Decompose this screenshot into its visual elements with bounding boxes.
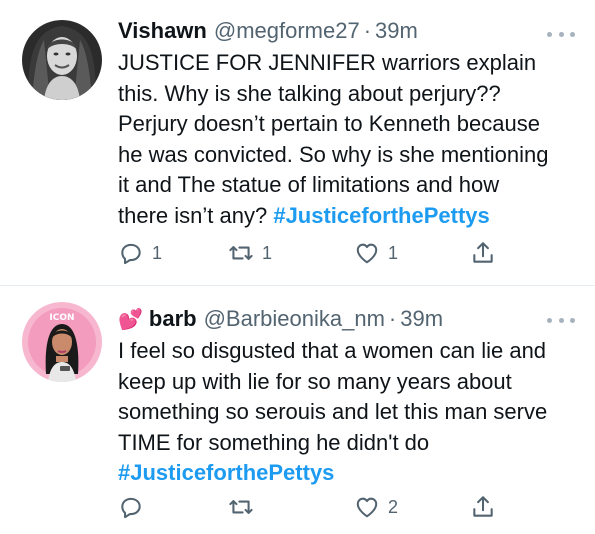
- tweet-card[interactable]: ICON 💕 barb @Barbieonika_nm · 39m I feel…: [0, 286, 595, 534]
- display-name[interactable]: Vishawn: [118, 16, 207, 46]
- reply-icon: [121, 243, 141, 265]
- more-icon[interactable]: [547, 24, 575, 44]
- user-handle[interactable]: @Barbieonika_nm: [204, 304, 385, 334]
- share-button[interactable]: [470, 238, 496, 268]
- user-handle[interactable]: @megforme27: [214, 16, 360, 46]
- reply-icon: [121, 497, 141, 519]
- tweet-text-line: it and The statue of limitations and how: [118, 172, 500, 197]
- like-icon: [356, 243, 378, 264]
- avatar-logo-text: ICON: [49, 313, 74, 323]
- timestamp[interactable]: 39m: [375, 16, 418, 46]
- tweet-text: JUSTICE FOR JENNIFER warriors explain th…: [118, 48, 578, 231]
- more-icon[interactable]: [547, 310, 575, 330]
- retweet-button[interactable]: [228, 492, 262, 522]
- timestamp[interactable]: 39m: [400, 304, 443, 334]
- like-button[interactable]: 2: [354, 492, 398, 522]
- reply-button[interactable]: [118, 492, 152, 522]
- tweet-text-line: I feel so disgusted that a women can lie…: [118, 338, 547, 363]
- hashtag-link[interactable]: #JusticeforthePettys: [118, 458, 578, 489]
- tweet-card[interactable]: Vishawn @megforme27 · 39m JUSTICE FOR JE…: [0, 0, 595, 286]
- like-icon: [356, 497, 378, 518]
- avatar[interactable]: ICON: [22, 302, 102, 382]
- separator-dot: ·: [388, 306, 397, 331]
- retweet-count: 1: [262, 242, 273, 263]
- share-button[interactable]: [470, 492, 496, 522]
- like-button[interactable]: 1: [354, 238, 398, 268]
- avatar[interactable]: [22, 20, 102, 100]
- tweet-feed: Vishawn @megforme27 · 39m JUSTICE FOR JE…: [0, 0, 595, 534]
- reply-button[interactable]: 1: [118, 238, 162, 268]
- tweet-text-line: this. Why is she talking about perjury??: [118, 80, 501, 106]
- tweet-text: I feel so disgusted that a women can lie…: [118, 336, 578, 489]
- profile-photo-braids: [22, 20, 102, 100]
- tweet-text-line: he was convicted. So why is she mentioni…: [118, 141, 549, 167]
- tweet-header: Vishawn @megforme27 · 39m: [118, 16, 418, 46]
- tweet-text-line: Perjury doesn’t pertain to Kenneth becau…: [118, 111, 540, 136]
- tweet-text-line: something so serouis and let this man se…: [118, 399, 548, 424]
- retweet-icon: [229, 500, 253, 514]
- separator-dot: ·: [363, 18, 372, 43]
- hashtag-link[interactable]: #JusticeforthePettys: [273, 203, 489, 228]
- action-bar: 1 1 1: [118, 238, 558, 268]
- tweet-header: 💕 barb @Barbieonika_nm · 39m: [118, 304, 443, 334]
- display-name[interactable]: barb: [149, 304, 197, 334]
- reply-count: 1: [152, 242, 163, 263]
- tweet-text-line-last: there isn’t any? #JusticeforthePettys: [118, 201, 578, 232]
- tweet-text-line: JUSTICE FOR JENNIFER warriors explain: [118, 50, 537, 75]
- tweet-text-line: keep up with lie for so many years about: [118, 368, 512, 394]
- like-count: 1: [388, 242, 399, 263]
- share-icon: [473, 496, 493, 517]
- heart-emoji-icon: 💕: [118, 309, 143, 331]
- profile-photo-pink: ICON: [22, 302, 102, 382]
- like-count: 2: [388, 496, 399, 517]
- retweet-button[interactable]: 1: [228, 238, 272, 268]
- tweet-text-line: TIME for something he didn't do: [118, 429, 430, 455]
- tweet-text-fragment: there isn’t any?: [118, 202, 268, 228]
- share-icon: [473, 242, 493, 263]
- action-bar: 2: [118, 492, 558, 522]
- retweet-icon: [229, 246, 253, 260]
